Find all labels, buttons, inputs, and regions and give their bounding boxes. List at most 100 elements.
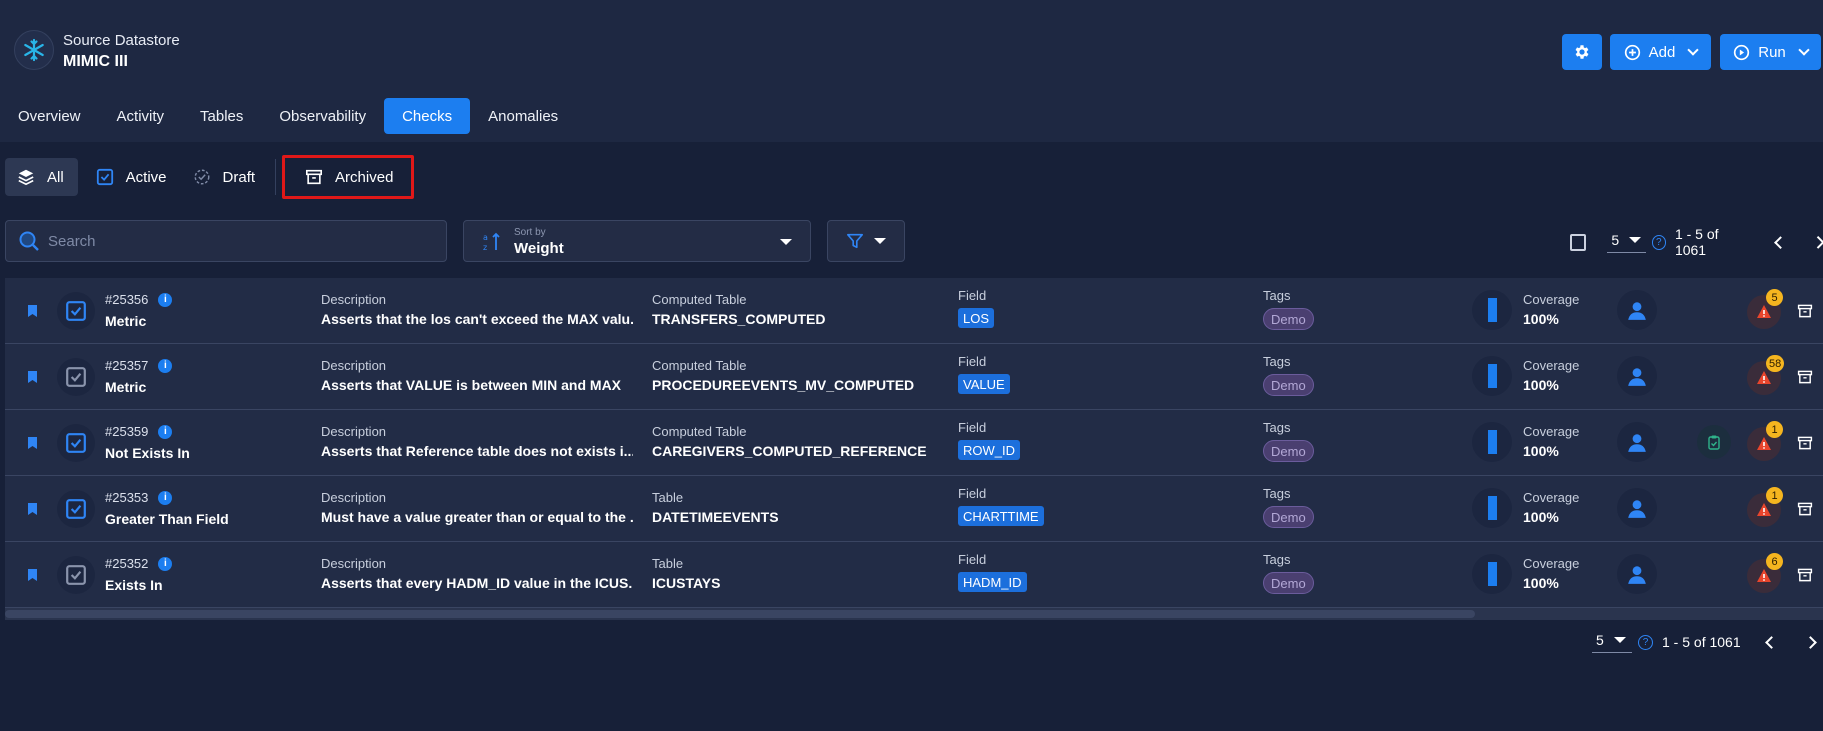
bookmark-icon[interactable] — [27, 436, 38, 450]
coverage-value: 100% — [1523, 377, 1559, 393]
tab-tables[interactable]: Tables — [182, 98, 261, 134]
table-row[interactable]: #25359 i Not Exists In Description Assert… — [5, 410, 1823, 476]
user-avatar-icon[interactable] — [1617, 356, 1657, 396]
bookmark-icon[interactable] — [27, 370, 38, 384]
check-description: Asserts that every HADM_ID value in the … — [321, 575, 633, 591]
archive-icon[interactable] — [1797, 369, 1813, 385]
check-id: #25359 — [105, 424, 149, 439]
info-icon[interactable]: i — [158, 556, 173, 571]
tag-chip[interactable]: Demo — [1263, 572, 1314, 594]
coverage-label: Coverage — [1523, 490, 1580, 505]
play-circle-icon — [1734, 44, 1750, 60]
next-page-button[interactable] — [1803, 635, 1817, 649]
anomaly-count-badge: 58 — [1766, 355, 1785, 372]
sort-by-select[interactable]: az Sort by Weight — [463, 220, 811, 262]
table-row[interactable]: #25353 i Greater Than Field Description M… — [5, 476, 1823, 542]
checkbox-checked-icon — [96, 168, 113, 186]
user-avatar-icon[interactable] — [1617, 554, 1657, 594]
info-icon[interactable]: i — [158, 358, 173, 373]
datastore-type-label: Source Datastore — [63, 32, 180, 49]
anomalies-button[interactable]: 1 — [1747, 421, 1783, 461]
datastore-tabs: Overview Activity Tables Observability C… — [0, 98, 576, 134]
bookmark-icon[interactable] — [27, 568, 38, 582]
user-avatar-icon[interactable] — [1617, 488, 1657, 528]
table-name: DATETIMEEVENTS — [652, 509, 779, 525]
tab-anomalies[interactable]: Anomalies — [470, 98, 576, 134]
check-status-icon — [57, 556, 95, 594]
check-description: Asserts that Reference table does not ex… — [321, 443, 633, 459]
archive-icon[interactable] — [1797, 501, 1813, 517]
info-icon[interactable]: i — [158, 424, 173, 439]
table-label: Table — [652, 556, 684, 571]
run-button-label: Run — [1758, 43, 1786, 61]
tab-activity[interactable]: Activity — [99, 98, 183, 134]
description-label: Description — [321, 556, 387, 571]
warning-icon — [1757, 371, 1771, 384]
anomalies-button[interactable]: 1 — [1747, 487, 1783, 527]
horizontal-scrollbar[interactable] — [5, 608, 1823, 620]
tab-checks[interactable]: Checks — [384, 98, 471, 134]
user-avatar-icon[interactable] — [1617, 422, 1657, 462]
warning-icon — [1757, 437, 1771, 450]
run-button[interactable]: Run — [1720, 34, 1821, 70]
table-label: Computed Table — [652, 358, 747, 373]
help-icon[interactable]: ? — [1651, 234, 1666, 250]
tag-chip[interactable]: Demo — [1263, 506, 1314, 528]
archive-icon[interactable] — [1797, 303, 1813, 319]
add-button[interactable]: Add — [1610, 34, 1711, 70]
anomalies-button[interactable]: 6 — [1747, 553, 1783, 593]
caret-down-icon — [1613, 636, 1626, 643]
coverage-indicator — [1472, 554, 1512, 594]
next-page-button[interactable] — [1812, 235, 1823, 249]
sort-icon: az — [483, 232, 500, 252]
tag-chip[interactable]: Demo — [1263, 440, 1314, 462]
table-row[interactable]: #25357 i Metric Description Asserts that … — [5, 344, 1823, 410]
rows-per-page-select[interactable]: 5 — [1607, 232, 1646, 253]
check-status-icon — [57, 490, 95, 528]
status-filter-draft[interactable]: Draft — [181, 158, 270, 196]
prev-page-button[interactable] — [1764, 635, 1778, 649]
tab-overview[interactable]: Overview — [0, 98, 99, 134]
status-filter-active[interactable]: Active — [84, 158, 181, 196]
coverage-label: Coverage — [1523, 424, 1580, 439]
status-filter-draft-label: Draft — [222, 168, 256, 186]
anomalies-button[interactable]: 5 — [1747, 289, 1783, 329]
info-icon[interactable]: i — [158, 292, 173, 307]
tag-chip[interactable]: Demo — [1263, 374, 1314, 396]
warning-icon — [1757, 503, 1771, 516]
archive-icon[interactable] — [1797, 567, 1813, 583]
table-row[interactable]: #25352 i Exists In Description Asserts th… — [5, 542, 1823, 608]
check-status-icon — [57, 292, 95, 330]
status-filter-archived-label: Archived — [335, 168, 394, 186]
check-id: #25357 — [105, 358, 149, 373]
coverage-indicator — [1472, 290, 1512, 330]
description-label: Description — [321, 424, 387, 439]
anomalies-button[interactable]: 58 — [1747, 355, 1785, 395]
tab-observability[interactable]: Observability — [261, 98, 384, 134]
tags-label: Tags — [1263, 420, 1291, 435]
rows-per-page-select[interactable]: 5 — [1592, 632, 1632, 653]
search-input[interactable] — [48, 232, 428, 250]
datastore-name: MIMIC III — [63, 53, 128, 70]
table-row[interactable]: #25356 i Metric Description Asserts that … — [5, 278, 1823, 344]
bookmark-icon[interactable] — [27, 304, 38, 318]
help-icon[interactable]: ? — [1638, 634, 1653, 650]
chevron-down-icon — [1687, 44, 1700, 56]
tag-chip[interactable]: Demo — [1263, 308, 1314, 330]
settings-button[interactable] — [1562, 34, 1602, 70]
clipboard-check-icon[interactable] — [1697, 425, 1731, 459]
table-name: CAREGIVERS_COMPUTED_REFERENCE — [652, 443, 927, 459]
archive-icon[interactable] — [1797, 435, 1813, 451]
bookmark-icon[interactable] — [27, 502, 38, 516]
filter-icon — [846, 233, 864, 249]
status-filter-all[interactable]: All — [5, 158, 78, 196]
scrollbar-thumb[interactable] — [5, 610, 1475, 618]
checks-table: #25356 i Metric Description Asserts that … — [5, 278, 1823, 620]
select-all-checkbox[interactable] — [1570, 233, 1587, 251]
user-avatar-icon[interactable] — [1617, 290, 1657, 330]
filter-button[interactable] — [827, 220, 905, 262]
info-icon[interactable]: i — [158, 490, 173, 505]
prev-page-button[interactable] — [1773, 235, 1787, 249]
status-filter-archived[interactable]: Archived — [282, 155, 415, 199]
check-id: #25356 — [105, 292, 149, 307]
